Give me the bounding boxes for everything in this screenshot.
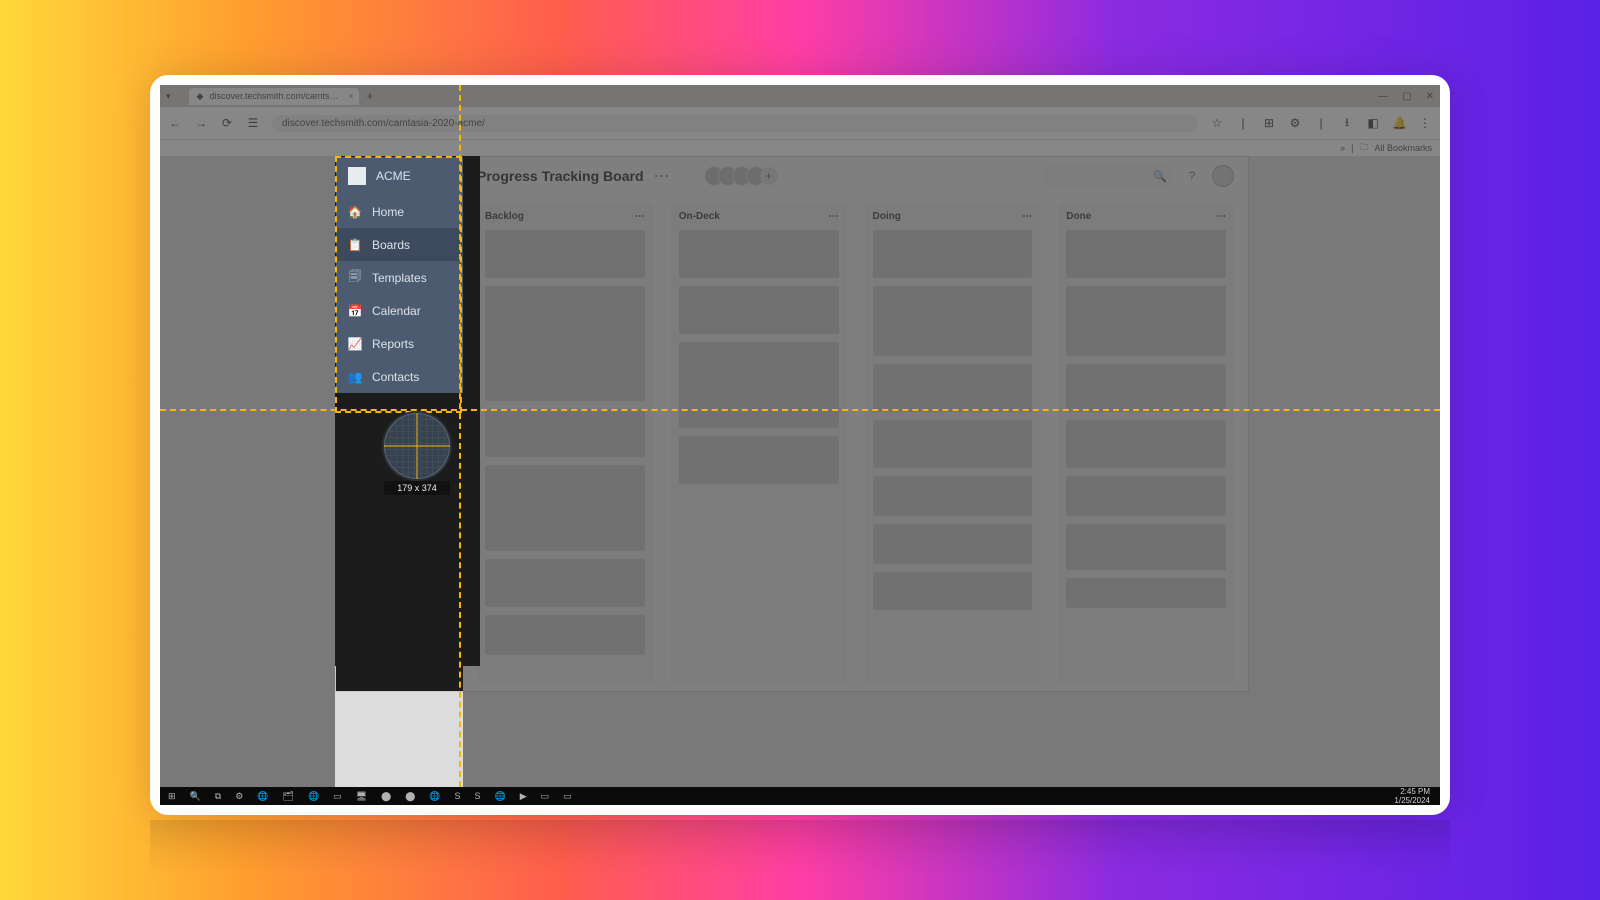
- taskbar-app-icon[interactable]: 🌐: [308, 791, 319, 802]
- org-switcher[interactable]: ACME: [336, 157, 463, 195]
- capture-magnifier[interactable]: 179 x 374: [384, 413, 450, 495]
- home-icon: 🏠: [348, 205, 362, 219]
- taskbar-time: 2:45 PM: [1394, 787, 1430, 796]
- sidebar-item-calendar[interactable]: 📅 Calendar: [336, 294, 463, 327]
- taskbar-app-icon[interactable]: 🌐: [495, 791, 506, 802]
- contacts-icon: 👥: [348, 370, 362, 384]
- screenshot-frame: ▾ ◆ discover.techsmith.com/camts… × + — …: [150, 75, 1450, 815]
- taskbar-app-icon[interactable]: 🌐: [429, 791, 440, 802]
- sidebar-item-contacts[interactable]: 👥 Contacts: [336, 360, 463, 393]
- taskbar-app-icon[interactable]: ⊞: [168, 791, 176, 802]
- taskbar-app-icon[interactable]: 🔍: [190, 791, 201, 802]
- sidebar-nav: 🏠 Home 📋 Boards 🗐 Templates 📅: [336, 195, 463, 393]
- desktop-canvas: ▾ ◆ discover.techsmith.com/camts… × + — …: [160, 85, 1440, 805]
- sidebar-item-label: Home: [372, 205, 404, 219]
- sidebar-item-home[interactable]: 🏠 Home: [336, 195, 463, 228]
- sidebar-item-label: Reports: [372, 337, 414, 351]
- sidebar-item-label: Templates: [372, 271, 427, 285]
- taskbar-app-icon[interactable]: ▭: [541, 791, 550, 802]
- taskbar-app-icon[interactable]: ▭: [563, 791, 572, 802]
- capture-dim-mask: [160, 85, 1440, 156]
- taskbar-app-icon[interactable]: ⧉: [215, 791, 221, 802]
- taskbar-app-icon[interactable]: ▶: [520, 791, 527, 802]
- taskbar-app-icon[interactable]: 🖥: [356, 791, 367, 802]
- reports-icon: 📈: [348, 337, 362, 351]
- taskbar-app-icon[interactable]: ⬤: [381, 791, 391, 802]
- templates-icon: 🗐: [348, 271, 362, 285]
- sidebar-item-boards[interactable]: 📋 Boards: [336, 228, 463, 261]
- capture-dimensions-label: 179 x 374: [384, 481, 450, 495]
- clipboard-icon: 📋: [348, 238, 362, 252]
- sidebar-item-label: Boards: [372, 238, 410, 252]
- sidebar-item-reports[interactable]: 📈 Reports: [336, 327, 463, 360]
- frame-reflection: [150, 820, 1450, 890]
- capture-dim-mask: [463, 156, 1440, 787]
- taskbar-app-icon[interactable]: ⬤: [405, 791, 415, 802]
- org-logo-icon: [348, 167, 366, 185]
- taskbar-date: 1/25/2024: [1394, 796, 1430, 805]
- sidebar-item-templates[interactable]: 🗐 Templates: [336, 261, 463, 294]
- taskbar-app-icon[interactable]: S: [454, 791, 460, 801]
- taskbar-app-icon[interactable]: S: [475, 791, 481, 801]
- org-name: ACME: [376, 169, 411, 183]
- taskbar-app-icon[interactable]: 🌐: [257, 791, 268, 802]
- sidebar-item-label: Calendar: [372, 304, 421, 318]
- capture-dim-mask: [160, 156, 335, 787]
- capture-crosshair-vertical: [459, 85, 461, 787]
- calendar-icon: 📅: [348, 304, 362, 318]
- sidebar-item-label: Contacts: [372, 370, 419, 384]
- taskbar-app-icon[interactable]: 🗂: [283, 791, 294, 802]
- taskbar-icons: ⊞ 🔍 ⧉ ⚙ 🌐 🗂 🌐 ▭ 🖥 ⬤ ⬤ 🌐 S S 🌐 ▶ ▭ ▭: [160, 791, 572, 802]
- capture-crosshair-horizontal: [160, 409, 1440, 411]
- taskbar-clock[interactable]: 2:45 PM 1/25/2024: [1384, 787, 1440, 805]
- magnifier-lens-icon: [384, 413, 450, 479]
- taskbar-app-icon[interactable]: ▭: [333, 791, 342, 802]
- taskbar-app-icon[interactable]: ⚙: [235, 791, 243, 802]
- windows-taskbar: ⊞ 🔍 ⧉ ⚙ 🌐 🗂 🌐 ▭ 🖥 ⬤ ⬤ 🌐 S S 🌐 ▶ ▭ ▭ 2:45 PM 1/25/2024: [160, 787, 1440, 805]
